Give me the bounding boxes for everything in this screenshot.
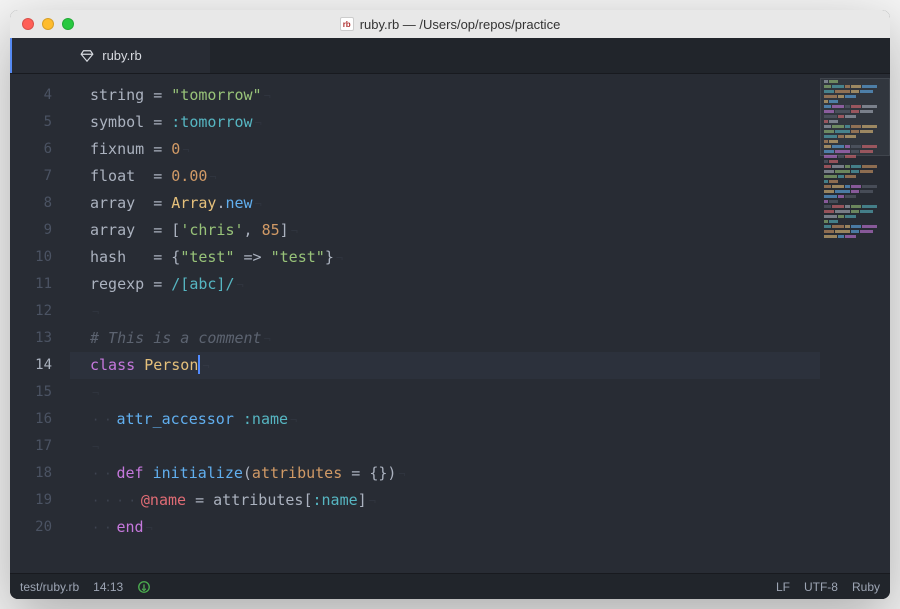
code-line[interactable]: hash = {"test" => "test"}¬: [70, 244, 820, 271]
code-line[interactable]: ··def initialize(attributes = {})¬: [70, 460, 820, 487]
eol-marker: ¬: [334, 251, 343, 265]
editor-area[interactable]: 4567891011121314151617181920 string = "t…: [10, 74, 890, 573]
line-number: 12: [10, 298, 70, 325]
code-line[interactable]: ··end¬: [70, 514, 820, 541]
eol-marker: ¬: [235, 278, 244, 292]
code-line[interactable]: float = 0.00¬: [70, 163, 820, 190]
eol-marker: ¬: [253, 197, 262, 211]
status-cursor-position[interactable]: 14:13: [93, 580, 123, 594]
tab-ruby-rb[interactable]: ruby.rb: [10, 38, 210, 73]
line-number: 5: [10, 109, 70, 136]
line-number: 8: [10, 190, 70, 217]
code-line[interactable]: fixnum = 0¬: [70, 136, 820, 163]
line-number: 18: [10, 460, 70, 487]
code-line[interactable]: class Person¬: [70, 352, 820, 379]
window-controls: [10, 18, 74, 30]
eol-marker: ¬: [288, 413, 297, 427]
code-line[interactable]: ··attr_accessor :name¬: [70, 406, 820, 433]
line-number: 6: [10, 136, 70, 163]
line-number: 20: [10, 514, 70, 541]
minimize-button[interactable]: [42, 18, 54, 30]
eol-marker: ¬: [253, 116, 262, 130]
code-line[interactable]: ¬: [70, 298, 820, 325]
eol-marker: ¬: [207, 170, 216, 184]
line-number: 15: [10, 379, 70, 406]
status-file-path[interactable]: test/ruby.rb: [20, 580, 79, 594]
line-number-gutter: 4567891011121314151617181920: [10, 74, 70, 573]
status-bar: test/ruby.rb 14:13 LF UTF-8 Ruby: [10, 573, 890, 599]
eol-marker: ¬: [180, 143, 189, 157]
ruby-file-icon: [80, 49, 94, 63]
indent-guides: ··: [90, 521, 116, 535]
eol-marker: ¬: [262, 89, 271, 103]
line-number: 10: [10, 244, 70, 271]
file-type-icon: rb: [340, 17, 354, 31]
eol-marker: ¬: [262, 332, 271, 346]
minimap[interactable]: [820, 74, 890, 573]
status-line-ending[interactable]: LF: [776, 580, 790, 594]
window-title-text: ruby.rb — /Users/op/repos/practice: [360, 17, 561, 32]
indent-guides: ····: [90, 494, 141, 508]
code-line[interactable]: ····@name = attributes[:name]¬: [70, 487, 820, 514]
eol-marker: ¬: [90, 440, 99, 454]
line-number: 16: [10, 406, 70, 433]
eol-marker: ¬: [367, 494, 376, 508]
editor-window: rb ruby.rb — /Users/op/repos/practice ru…: [10, 10, 890, 599]
eol-marker: ¬: [396, 467, 405, 481]
titlebar: rb ruby.rb — /Users/op/repos/practice: [10, 10, 890, 38]
code-line[interactable]: regexp = /[abc]/¬: [70, 271, 820, 298]
line-number: 14: [10, 352, 70, 379]
git-branch-icon[interactable]: [137, 580, 151, 594]
window-title: rb ruby.rb — /Users/op/repos/practice: [10, 17, 890, 32]
eol-marker: ¬: [200, 359, 209, 373]
indent-guides: ··: [90, 467, 116, 481]
code-line[interactable]: ¬: [70, 433, 820, 460]
eol-marker: ¬: [90, 305, 99, 319]
tab-label: ruby.rb: [102, 48, 142, 63]
code-line[interactable]: ¬: [70, 379, 820, 406]
line-number: 9: [10, 217, 70, 244]
code-content[interactable]: string = "tomorrow"¬symbol = :tomorrow¬f…: [70, 74, 820, 573]
code-line[interactable]: array = ['chris', 85]¬: [70, 217, 820, 244]
code-line[interactable]: # This is a comment¬: [70, 325, 820, 352]
line-number: 13: [10, 325, 70, 352]
line-number: 11: [10, 271, 70, 298]
close-button[interactable]: [22, 18, 34, 30]
line-number: 7: [10, 163, 70, 190]
indent-guides: ··: [90, 413, 116, 427]
line-number: 4: [10, 82, 70, 109]
code-line[interactable]: string = "tomorrow"¬: [70, 82, 820, 109]
code-line[interactable]: array = Array.new¬: [70, 190, 820, 217]
eol-marker: ¬: [90, 386, 99, 400]
zoom-button[interactable]: [62, 18, 74, 30]
line-number: 17: [10, 433, 70, 460]
status-encoding[interactable]: UTF-8: [804, 580, 838, 594]
code-line[interactable]: symbol = :tomorrow¬: [70, 109, 820, 136]
eol-marker: ¬: [144, 521, 153, 535]
line-number: 19: [10, 487, 70, 514]
tab-bar: ruby.rb: [10, 38, 890, 74]
eol-marker: ¬: [289, 224, 298, 238]
status-language[interactable]: Ruby: [852, 580, 880, 594]
